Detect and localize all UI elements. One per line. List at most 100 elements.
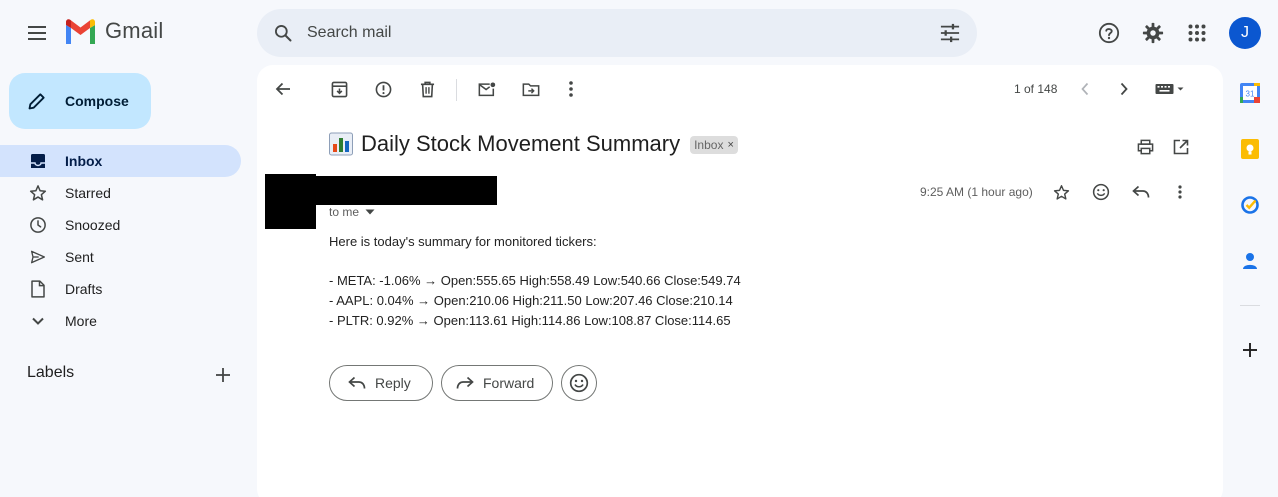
calendar-icon: 31 <box>1240 83 1260 103</box>
input-tools-button[interactable] <box>1150 73 1190 105</box>
create-label-button[interactable] <box>211 363 235 387</box>
calendar-app-button[interactable]: 31 <box>1233 76 1267 110</box>
remove-label-icon[interactable]: × <box>727 139 733 151</box>
gmail-logo[interactable]: Gmail <box>64 18 163 44</box>
chevron-down-icon <box>28 311 48 331</box>
recipient-label: to me <box>329 205 360 219</box>
pencil-icon <box>28 93 45 110</box>
settings-button[interactable] <box>1133 13 1173 53</box>
app-name: Gmail <box>105 18 164 43</box>
plus-icon <box>1243 343 1257 357</box>
keep-notes-icon <box>1241 139 1259 159</box>
reply-button[interactable]: Reply <box>329 365 433 401</box>
email-body: Here is today's summary for monitored ti… <box>329 232 741 331</box>
print-all-button[interactable] <box>1129 131 1161 163</box>
sidebar-nav: Inbox Starred Snoozed Sent Drafts More <box>0 145 241 337</box>
pagination-count: 1 of 148 <box>1014 82 1058 96</box>
forward-label: Forward <box>483 375 535 391</box>
reply-label: Reply <box>375 375 411 391</box>
rail-divider <box>1240 305 1260 306</box>
forward-icon <box>456 376 474 389</box>
sidebar-item-label: Snoozed <box>65 217 121 233</box>
recipient-details[interactable]: to me <box>329 205 375 219</box>
sidebar-item-more[interactable]: More <box>0 305 241 337</box>
get-addons-button[interactable] <box>1233 333 1267 367</box>
sidebar-item-label: Starred <box>65 185 111 201</box>
toolbar-divider <box>456 79 457 101</box>
keyboard-icon <box>1155 84 1184 94</box>
help-icon <box>1098 22 1120 44</box>
body-line-aapl: - AAPL: 0.04% → Open:210.06 High:211.50 … <box>329 293 733 308</box>
help-button[interactable] <box>1089 13 1129 53</box>
reply-icon <box>348 376 366 389</box>
email-subject-row: Daily Stock Movement Summary Inbox × <box>329 131 738 157</box>
sidebar-item-sent[interactable]: Sent <box>0 241 241 273</box>
smiley-icon <box>569 373 589 393</box>
more-actions-button[interactable] <box>555 73 587 105</box>
sidebar-item-inbox[interactable]: Inbox <box>0 145 241 177</box>
email-timestamp: 9:25 AM (1 hour ago) <box>920 185 1033 199</box>
search-input[interactable]: Search mail <box>307 24 939 42</box>
search-options-icon[interactable] <box>939 23 961 43</box>
report-icon <box>375 81 391 97</box>
search-bar[interactable]: Search mail <box>257 9 977 57</box>
move-to-folder-icon <box>522 82 540 96</box>
plus-icon <box>216 368 230 382</box>
body-line-pltr: - PLTR: 0.92% → Open:113.61 High:114.86 … <box>329 313 731 328</box>
contacts-app-button[interactable] <box>1233 244 1267 278</box>
report-spam-button[interactable] <box>367 73 399 105</box>
mark-unread-button[interactable] <box>471 73 503 105</box>
star-message-button[interactable] <box>1045 176 1077 208</box>
inbox-label-chip: Inbox × <box>690 136 738 154</box>
chevron-left-icon <box>1081 82 1089 96</box>
newer-button[interactable] <box>1069 73 1101 105</box>
chevron-right-icon <box>1120 82 1128 96</box>
search-icon[interactable] <box>273 23 293 43</box>
forward-button[interactable]: Forward <box>441 365 553 401</box>
sender-name[interactable] <box>316 176 497 205</box>
smiley-icon <box>1092 183 1110 201</box>
move-to-button[interactable] <box>515 73 547 105</box>
inbox-icon <box>28 151 48 171</box>
sidebar-item-label: More <box>65 313 97 329</box>
apps-button[interactable] <box>1177 13 1217 53</box>
sidebar-item-drafts[interactable]: Drafts <box>0 273 241 305</box>
delete-button[interactable] <box>411 73 443 105</box>
sender-avatar[interactable] <box>265 174 316 229</box>
tasks-app-button[interactable] <box>1233 188 1267 222</box>
more-vert-icon <box>1178 185 1182 199</box>
labels-heading: Labels <box>27 364 75 381</box>
trash-icon <box>420 81 434 97</box>
clock-icon <box>28 215 48 235</box>
body-intro: Here is today's summary for monitored ti… <box>329 234 597 249</box>
label-chip-text: Inbox <box>694 138 724 152</box>
gmail-m-icon <box>66 18 95 44</box>
star-icon <box>1053 184 1069 200</box>
back-button[interactable] <box>267 73 299 105</box>
print-icon <box>1137 139 1153 155</box>
email-subject: Daily Stock Movement Summary <box>361 131 681 156</box>
account-avatar[interactable]: J <box>1229 17 1261 49</box>
emoji-reaction-button[interactable] <box>561 365 597 401</box>
compose-button[interactable]: Compose <box>9 73 151 129</box>
add-reaction-button[interactable] <box>1085 176 1117 208</box>
sidebar-item-label: Inbox <box>65 153 103 169</box>
open-new-window-button[interactable] <box>1165 131 1197 163</box>
tasks-icon <box>1241 196 1259 214</box>
contacts-icon <box>1243 253 1257 269</box>
hamburger-icon <box>28 26 46 40</box>
sidebar-item-starred[interactable]: Starred <box>0 177 241 209</box>
sidebar-item-snoozed[interactable]: Snoozed <box>0 209 241 241</box>
body-line-meta: - META: -1.06% → Open:555.65 High:558.49… <box>329 273 741 288</box>
gear-icon <box>1142 22 1164 44</box>
reply-icon-button[interactable] <box>1125 176 1157 208</box>
send-icon <box>28 247 48 267</box>
reply-icon <box>1132 185 1150 198</box>
apps-grid-icon <box>1188 24 1206 42</box>
archive-button[interactable] <box>323 73 355 105</box>
message-more-button[interactable] <box>1164 176 1196 208</box>
main-menu-button[interactable] <box>18 14 56 52</box>
keep-app-button[interactable] <box>1233 132 1267 166</box>
sidebar-item-label: Drafts <box>65 281 103 297</box>
older-button[interactable] <box>1108 73 1140 105</box>
